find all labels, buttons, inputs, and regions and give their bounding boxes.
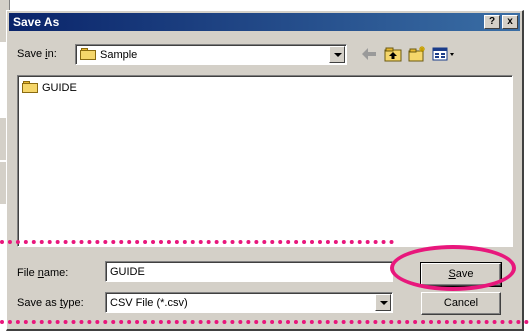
close-button[interactable]: x [502, 15, 518, 29]
file-name-label: File name: [17, 267, 69, 279]
help-button[interactable]: ? [484, 15, 500, 29]
save-button-highlight [390, 245, 516, 291]
file-list[interactable]: GUIDE [17, 75, 513, 247]
title-bar: Save As ? x [9, 13, 520, 31]
new-folder-icon[interactable] [407, 45, 427, 63]
close-icon: x [507, 16, 513, 27]
folder-icon [80, 48, 96, 60]
up-one-level-icon[interactable] [383, 45, 403, 63]
save-in-dropdown-button[interactable] [329, 46, 345, 63]
list-item[interactable]: GUIDE [22, 81, 77, 95]
save-in-label: Save in: [17, 48, 57, 60]
folder-icon [22, 81, 38, 93]
back-icon[interactable] [359, 45, 379, 63]
save-as-type-value: CSV File (*.csv) [110, 297, 188, 309]
save-as-type-label: Save as type: [17, 297, 84, 309]
view-menu-icon[interactable] [431, 45, 457, 63]
dialog-title: Save As [13, 15, 60, 29]
save-as-type-dropdown[interactable]: CSV File (*.csv) [105, 292, 393, 313]
save-as-type-dropdown-button[interactable] [375, 294, 391, 311]
cancel-button[interactable]: Cancel [421, 292, 501, 315]
help-icon: ? [488, 16, 496, 27]
chevron-down-icon [380, 301, 388, 305]
chevron-down-icon [334, 53, 342, 57]
highlight-dotted-line-top [0, 240, 394, 244]
file-name-input[interactable] [105, 261, 393, 282]
save-in-dropdown[interactable]: Sample [75, 44, 347, 65]
highlight-dotted-line-bottom [0, 320, 529, 324]
save-in-value: Sample [100, 49, 138, 61]
file-item-name: GUIDE [42, 82, 77, 94]
